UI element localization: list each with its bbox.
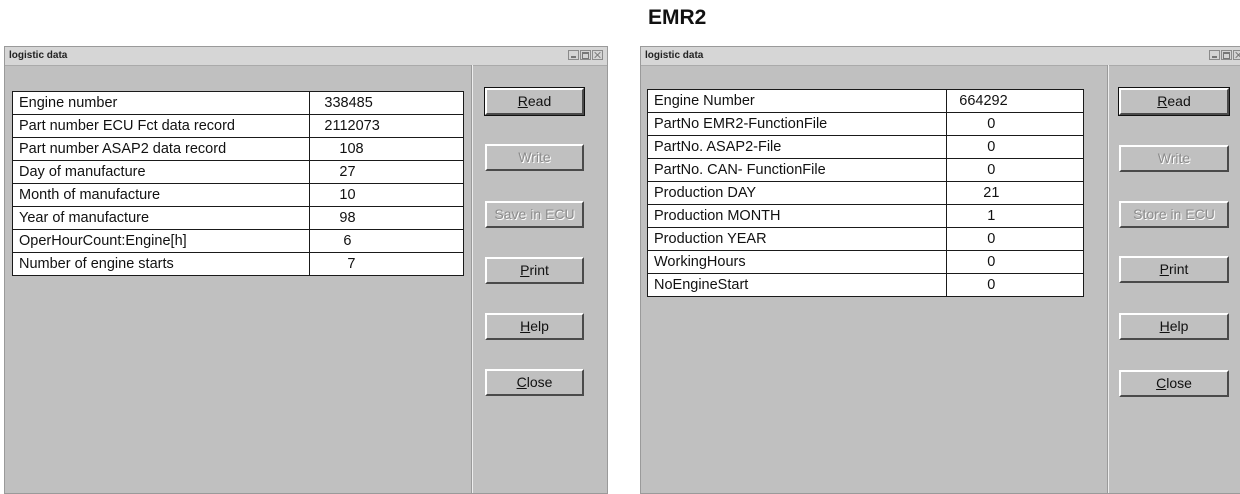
window-controls	[1209, 50, 1240, 60]
window-title: logistic data	[645, 50, 704, 61]
logistic-data-window-right: logistic data Engine Number 664292 PartNo…	[640, 46, 1240, 494]
table-row: NoEngineStart 0	[646, 273, 1084, 297]
row-value[interactable]: 7	[309, 252, 464, 276]
table-row: Engine number 338485	[11, 91, 464, 115]
logistic-data-window-left: logistic data Engine number 338485 Part n…	[4, 46, 608, 494]
read-button[interactable]: Read	[1118, 87, 1230, 116]
row-value[interactable]: 0	[946, 273, 1084, 297]
table-row: Production YEAR 0	[646, 227, 1084, 251]
row-value[interactable]: 664292	[946, 89, 1084, 113]
close-button[interactable]: Close	[1119, 370, 1229, 397]
row-label: Year of manufacture	[11, 206, 311, 230]
row-value[interactable]: 21	[946, 181, 1084, 205]
table-row: Production MONTH 1	[646, 204, 1084, 228]
logistic-data-table: Engine Number 664292 PartNo EMR2-Function…	[646, 89, 1084, 297]
section-heading: EMR2	[648, 6, 707, 29]
logistic-data-table: Engine number 338485 Part number ECU Fct …	[11, 91, 464, 276]
title-bar[interactable]: logistic data	[641, 47, 1240, 66]
table-row: Part number ASAP2 data record 108	[11, 137, 464, 161]
table-row: Production DAY 21	[646, 181, 1084, 205]
table-row: Month of manufacture 10	[11, 183, 464, 207]
row-label: OperHourCount:Engine[h]	[11, 229, 311, 253]
row-label: Month of manufacture	[11, 183, 311, 207]
row-value[interactable]: 1	[946, 204, 1084, 228]
table-row: Day of manufacture 27	[11, 160, 464, 184]
table-row: PartNo EMR2-FunctionFile 0	[646, 112, 1084, 136]
row-label: Part number ECU Fct data record	[11, 114, 311, 138]
row-value[interactable]: 2112073	[309, 114, 464, 138]
row-value[interactable]: 27	[309, 160, 464, 184]
row-label: Number of engine starts	[11, 252, 311, 276]
close-button[interactable]: Close	[485, 369, 584, 396]
minimize-icon[interactable]	[1209, 50, 1220, 60]
row-label: Day of manufacture	[11, 160, 311, 184]
table-row: OperHourCount:Engine[h] 6	[11, 229, 464, 253]
row-label: Engine Number	[646, 89, 948, 113]
row-label: PartNo. ASAP2-File	[646, 135, 948, 159]
row-value[interactable]: 0	[946, 112, 1084, 136]
row-value[interactable]: 0	[946, 227, 1084, 251]
table-row: Part number ECU Fct data record 2112073	[11, 114, 464, 138]
maximize-icon[interactable]	[580, 50, 591, 60]
help-button[interactable]: Help	[1119, 313, 1229, 340]
write-button[interactable]: Write	[485, 144, 584, 171]
write-button[interactable]: Write	[1119, 145, 1229, 172]
row-label: WorkingHours	[646, 250, 948, 274]
table-row: PartNo. CAN- FunctionFile 0	[646, 158, 1084, 182]
title-bar[interactable]: logistic data	[5, 47, 607, 66]
table-row: Number of engine starts 7	[11, 252, 464, 276]
row-label: Production MONTH	[646, 204, 948, 228]
window-controls	[568, 50, 603, 60]
row-value[interactable]: 0	[946, 158, 1084, 182]
row-value[interactable]: 0	[946, 250, 1084, 274]
row-value[interactable]: 10	[309, 183, 464, 207]
row-label: Production YEAR	[646, 227, 948, 251]
row-label: PartNo EMR2-FunctionFile	[646, 112, 948, 136]
print-button[interactable]: Print	[485, 257, 584, 284]
table-row: WorkingHours 0	[646, 250, 1084, 274]
read-button[interactable]: Read	[484, 87, 585, 116]
print-button[interactable]: Print	[1119, 256, 1229, 283]
table-row: Engine Number 664292	[646, 89, 1084, 113]
table-row: PartNo. ASAP2-File 0	[646, 135, 1084, 159]
panel-divider	[471, 65, 472, 493]
window-title: logistic data	[9, 50, 68, 61]
row-value[interactable]: 6	[309, 229, 464, 253]
panel-divider	[1107, 65, 1108, 493]
row-label: Part number ASAP2 data record	[11, 137, 311, 161]
close-icon[interactable]	[1233, 50, 1240, 60]
row-label: Production DAY	[646, 181, 948, 205]
maximize-icon[interactable]	[1221, 50, 1232, 60]
row-value[interactable]: 98	[309, 206, 464, 230]
help-button[interactable]: Help	[485, 313, 584, 340]
row-value[interactable]: 0	[946, 135, 1084, 159]
row-value[interactable]: 338485	[309, 91, 464, 115]
close-icon[interactable]	[592, 50, 603, 60]
table-row: Year of manufacture 98	[11, 206, 464, 230]
minimize-icon[interactable]	[568, 50, 579, 60]
save-in-ecu-button[interactable]: Save in ECU	[485, 201, 584, 228]
row-label: PartNo. CAN- FunctionFile	[646, 158, 948, 182]
row-value[interactable]: 108	[309, 137, 464, 161]
store-in-ecu-button[interactable]: Store in ECU	[1119, 201, 1229, 228]
row-label: NoEngineStart	[646, 273, 948, 297]
row-label: Engine number	[11, 91, 311, 115]
